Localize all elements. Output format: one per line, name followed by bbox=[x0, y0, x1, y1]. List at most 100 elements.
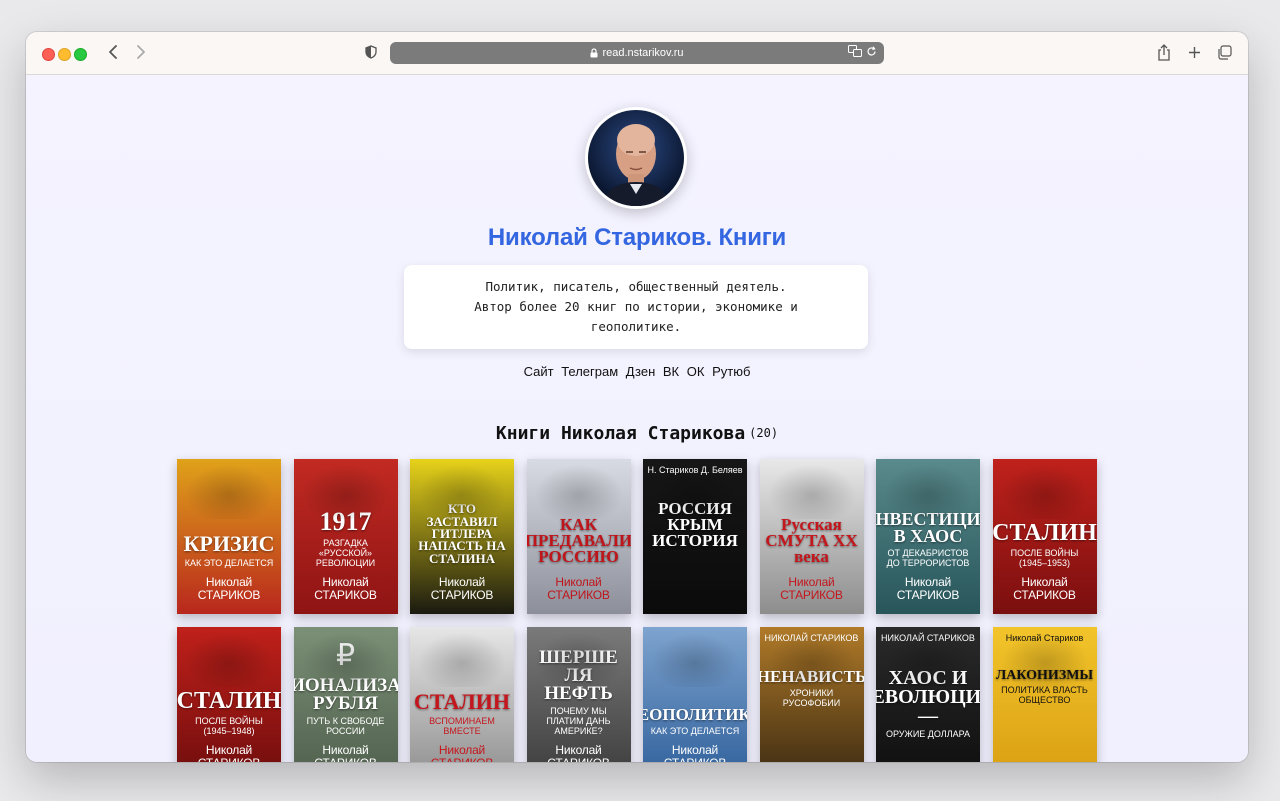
book-cover[interactable]: Николай Стариков ЛАКОНИЗМЫ ПОЛИТИКА ВЛАСТЬ… bbox=[992, 627, 1097, 762]
bio-line: Автор более 20 книг по истории, экономик… bbox=[474, 299, 798, 314]
book-cover[interactable]: КАК ПРЕДАВАЛИ РОССИЮ Николай СТАРИКОВ bbox=[526, 459, 631, 614]
book-author-last: СТАРИКОВ bbox=[780, 588, 843, 602]
book-subtitle: ХРОНИКИ РУСОФОБИИ bbox=[782, 688, 841, 709]
link-telegram[interactable]: Телеграм bbox=[561, 364, 618, 379]
page-title: Николай Стариков. Книги bbox=[487, 224, 787, 251]
book-author-last: СТАРИКОВ bbox=[314, 757, 377, 763]
book-author: НиколайСТАРИКОВ bbox=[547, 744, 610, 763]
book-author-last: СТАРИКОВ bbox=[1013, 588, 1076, 602]
cover-art bbox=[177, 627, 281, 687]
book-author: НиколайСТАРИКОВ bbox=[547, 576, 610, 602]
book-subtitle: ПУТЬ К СВОБОДЕ РОССИИ bbox=[306, 716, 385, 736]
link-vk[interactable]: ВК bbox=[663, 364, 679, 379]
book-grid: КРИЗИС КАК ЭТО ДЕЛАЕТСЯ Николай СТАРИКОВ 191… bbox=[177, 459, 1097, 762]
book-author: НиколайСТАРИКОВ bbox=[314, 744, 377, 763]
book-cover[interactable]: 1917 РАЗГАДКА «РУССКОЙ» РЕВОЛЮЦИИ Николай С… bbox=[293, 459, 398, 614]
address-bar[interactable]: read.nstarikov.ru bbox=[390, 42, 884, 64]
book-cover[interactable]: Н. Стариков Д. Беляев РОССИЯ КРЫМ ИСТОРИЯ bbox=[643, 459, 747, 614]
book-subtitle: ПОСЛЕ ВОЙНЫ (1945–1953) bbox=[1010, 548, 1079, 568]
forward-icon[interactable] bbox=[134, 41, 148, 63]
books-count: (20) bbox=[749, 426, 779, 440]
minimize-window-button[interactable] bbox=[58, 48, 71, 61]
lock-icon bbox=[590, 48, 598, 58]
link-rutube[interactable]: Рутюб bbox=[712, 364, 750, 379]
book-author-last: СТАРИКОВ bbox=[547, 588, 610, 602]
cover-art bbox=[526, 459, 631, 519]
close-window-button[interactable] bbox=[42, 48, 55, 61]
book-author-last: СТАРИКОВ bbox=[430, 588, 494, 602]
book-cover[interactable]: СТАЛИНПОСЛЕ ВОЙНЫ (1945–1948) НиколайСТАР… bbox=[177, 627, 281, 762]
book-author-last: СТАРИКОВ bbox=[547, 757, 610, 763]
book-subtitle: ОТ ДЕКАБРИСТОВ ДО ТЕРРОРИСТОВ bbox=[886, 548, 970, 568]
book-cover[interactable]: СТАЛИН ПОСЛЕ ВОЙНЫ (1945–1953) Николай СТАР… bbox=[992, 459, 1097, 614]
book-cover[interactable]: Русская СМУТА XX века Николай СТАРИКОВ bbox=[759, 459, 864, 614]
book-cover[interactable]: НИКОЛАЙ СТАРИКОВХАОС И РЕВОЛЮЦИИ —ОРУЖИЕ… bbox=[876, 627, 980, 762]
book-author: НиколайСТАРИКОВ bbox=[198, 576, 261, 602]
cover-art bbox=[759, 627, 864, 687]
book-subtitle: ПОЛИТИКА ВЛАСТЬ ОБЩЕСТВО bbox=[1001, 685, 1088, 706]
book-cover[interactable]: КРИЗИС КАК ЭТО ДЕЛАЕТСЯ Николай СТАРИКОВ bbox=[177, 459, 281, 614]
book-author: НиколайСТАРИКОВ bbox=[664, 744, 727, 763]
cover-art bbox=[643, 627, 747, 687]
link-ok[interactable]: ОК bbox=[687, 364, 705, 379]
book-subtitle: ПОСЛЕ ВОЙНЫ (1945–1948) bbox=[195, 716, 263, 736]
url-text: read.nstarikov.ru bbox=[602, 47, 684, 59]
book-author: НиколайСТАРИКОВ bbox=[1013, 576, 1076, 602]
book-cover[interactable]: НИКОЛАЙ СТАРИКОВ НЕНАВИСТЬ ХРОНИКИ РУСОФОБ… bbox=[759, 627, 864, 762]
book-author-last: СТАРИКОВ bbox=[198, 757, 261, 763]
cover-art bbox=[643, 459, 747, 519]
reload-icon[interactable] bbox=[866, 45, 877, 60]
book-author-last: СТАРИКОВ bbox=[431, 757, 494, 763]
author-bio-card: Политик, писатель, общественный деятель.… bbox=[404, 265, 868, 349]
book-subtitle: КАК ЭТО ДЕЛАЕТСЯ bbox=[184, 558, 274, 568]
book-cover[interactable]: ₽НАЦИОНАЛИЗАЦИЯ РУБЛЯПУТЬ К СВОБОДЕ РОСС… bbox=[293, 627, 398, 763]
book-title: ГЕОПОЛИТИКА bbox=[643, 704, 747, 724]
cover-art bbox=[876, 627, 980, 687]
translate-icon[interactable] bbox=[848, 45, 862, 60]
book-subtitle: РАЗГАДКА «РУССКОЙ» РЕВОЛЮЦИИ bbox=[315, 538, 376, 568]
book-subtitle: ОРУЖИЕ ДОЛЛАРА bbox=[885, 729, 971, 739]
share-icon[interactable] bbox=[1156, 41, 1172, 63]
cover-art bbox=[992, 627, 1097, 687]
book-cover[interactable]: КТО ЗАСТАВИЛ ГИТЛЕРА НАПАСТЬ НА СТАЛИНА Н… bbox=[410, 459, 514, 614]
zoom-window-button[interactable] bbox=[74, 48, 87, 61]
book-author-last: СТАРИКОВ bbox=[896, 588, 960, 602]
book-author: НиколайСТАРИКОВ bbox=[431, 744, 494, 763]
page-content: Николай Стариков. Книги Политик, писател… bbox=[26, 75, 1248, 762]
browser-toolbar: read.nstarikov.ru bbox=[26, 32, 1248, 75]
book-subtitle: КАК ЭТО ДЕЛАЕТСЯ bbox=[650, 726, 740, 736]
cover-art bbox=[759, 459, 864, 519]
book-author-last: СТАРИКОВ bbox=[664, 757, 727, 763]
book-author: НиколайСТАРИКОВ bbox=[896, 576, 960, 602]
link-site[interactable]: Сайт bbox=[524, 364, 554, 379]
book-subtitle: ПОЧЕМУ МЫ ПЛАТИМ ДАНЬ АМЕРИКЕ? bbox=[546, 706, 611, 736]
book-author: НиколайСТАРИКОВ bbox=[198, 744, 261, 763]
book-title: СТАЛИН bbox=[177, 688, 281, 715]
new-tab-icon[interactable] bbox=[1186, 41, 1202, 63]
cover-art bbox=[410, 627, 514, 687]
book-title: Русская СМУТА XX века bbox=[765, 514, 858, 566]
book-title: СТАЛИН bbox=[414, 689, 510, 715]
book-cover[interactable]: СТАЛИНВСПОМИНАЕМ ВМЕСТЕ НиколайСТАРИКОВ bbox=[410, 627, 514, 762]
link-dzen[interactable]: Дзен bbox=[626, 364, 655, 379]
tab-overview-icon[interactable] bbox=[1216, 41, 1232, 63]
cover-art bbox=[293, 627, 398, 687]
book-author: НиколайСТАРИКОВ bbox=[314, 576, 377, 602]
cover-art bbox=[526, 627, 631, 687]
book-author: НиколайСТАРИКОВ bbox=[430, 576, 494, 602]
social-links: Сайт Телеграм Дзен ВК ОК Рутюб bbox=[26, 364, 1248, 379]
back-icon[interactable] bbox=[106, 41, 120, 63]
bio-line: геополитике. bbox=[590, 319, 682, 334]
author-avatar bbox=[585, 107, 687, 209]
book-cover[interactable]: ШЕРШЕ ЛЯ НЕФТЬ ПОЧЕМУ МЫ ПЛАТИМ ДАНЬ АМЕР… bbox=[526, 627, 631, 763]
cover-art bbox=[293, 459, 398, 519]
book-cover[interactable]: ИНВЕСТИЦИИ В ХАОСОТ ДЕКАБРИСТОВ ДО ТЕРРО… bbox=[876, 459, 980, 614]
book-cover[interactable]: ГЕОПОЛИТИКА КАК ЭТО ДЕЛАЕТСЯ НиколайСТАРИК… bbox=[643, 627, 747, 762]
books-heading: Книги Николая Старикова bbox=[495, 423, 746, 444]
author-photo bbox=[588, 110, 684, 206]
cover-art bbox=[177, 459, 281, 519]
bio-line: Политик, писатель, общественный деятель. bbox=[485, 279, 787, 294]
book-author: НиколайСТАРИКОВ bbox=[780, 576, 843, 602]
cover-art bbox=[410, 459, 514, 519]
privacy-shield-icon[interactable] bbox=[364, 41, 378, 63]
